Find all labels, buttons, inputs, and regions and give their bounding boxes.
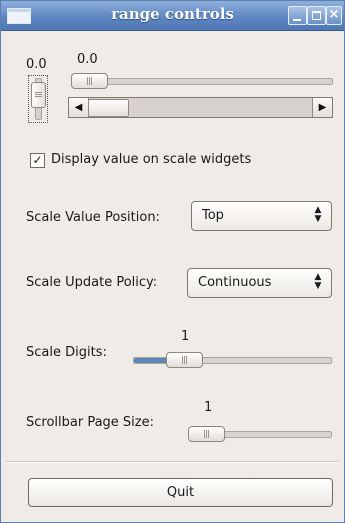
chevron-updown-icon: ▲ ▼: [314, 205, 322, 224]
value-position-label: Scale Value Position:: [26, 210, 160, 225]
horizontal-scale-value: 0.0: [77, 52, 98, 67]
update-policy-selected: Continuous: [198, 275, 272, 290]
chevron-updown-icon: ▲ ▼: [314, 272, 322, 291]
quit-button[interactable]: Quit: [28, 478, 333, 507]
horizontal-scrollbar[interactable]: ◀ ▶: [68, 97, 333, 118]
scale-digits-label: Scale Digits:: [26, 345, 107, 360]
scale-digits-slider[interactable]: [133, 357, 332, 364]
maximize-button[interactable]: [307, 6, 326, 25]
display-value-checkbox[interactable]: ✓: [30, 153, 45, 168]
update-policy-label: Scale Update Policy:: [26, 275, 158, 290]
value-position-selected: Top: [202, 208, 224, 223]
close-button[interactable]: ×: [326, 6, 342, 25]
page-size-value: 1: [204, 400, 213, 415]
scale-digits-value: 1: [181, 329, 190, 344]
scroll-right-arrow-icon[interactable]: ▶: [312, 98, 332, 117]
page-size-thumb[interactable]: [188, 426, 225, 442]
range-controls-window: range controls × 0.0 0.0 ◀ ▶ ✓ Display v…: [0, 0, 345, 523]
title-bar: range controls ×: [1, 1, 344, 31]
value-position-select[interactable]: Top ▲ ▼: [191, 201, 332, 231]
scroll-left-arrow-icon[interactable]: ◀: [69, 98, 89, 117]
horizontal-scale-thumb[interactable]: [71, 73, 108, 89]
display-value-label[interactable]: Display value on scale widgets: [51, 152, 251, 167]
page-size-label: Scrollbar Page Size:: [26, 415, 155, 430]
horizontal-scale[interactable]: [71, 78, 333, 85]
scrollbar-thumb[interactable]: [88, 99, 129, 117]
update-policy-select[interactable]: Continuous ▲ ▼: [187, 268, 332, 298]
vertical-scale-thumb[interactable]: [31, 82, 46, 108]
maximize-icon: [312, 11, 321, 20]
minimize-icon: [293, 19, 301, 21]
close-icon: ×: [328, 7, 340, 22]
vertical-scale[interactable]: [28, 75, 48, 123]
scale-digits-thumb[interactable]: [166, 352, 203, 368]
vertical-scale-value: 0.0: [26, 57, 47, 72]
separator: [6, 461, 339, 463]
minimize-button[interactable]: [288, 6, 307, 25]
